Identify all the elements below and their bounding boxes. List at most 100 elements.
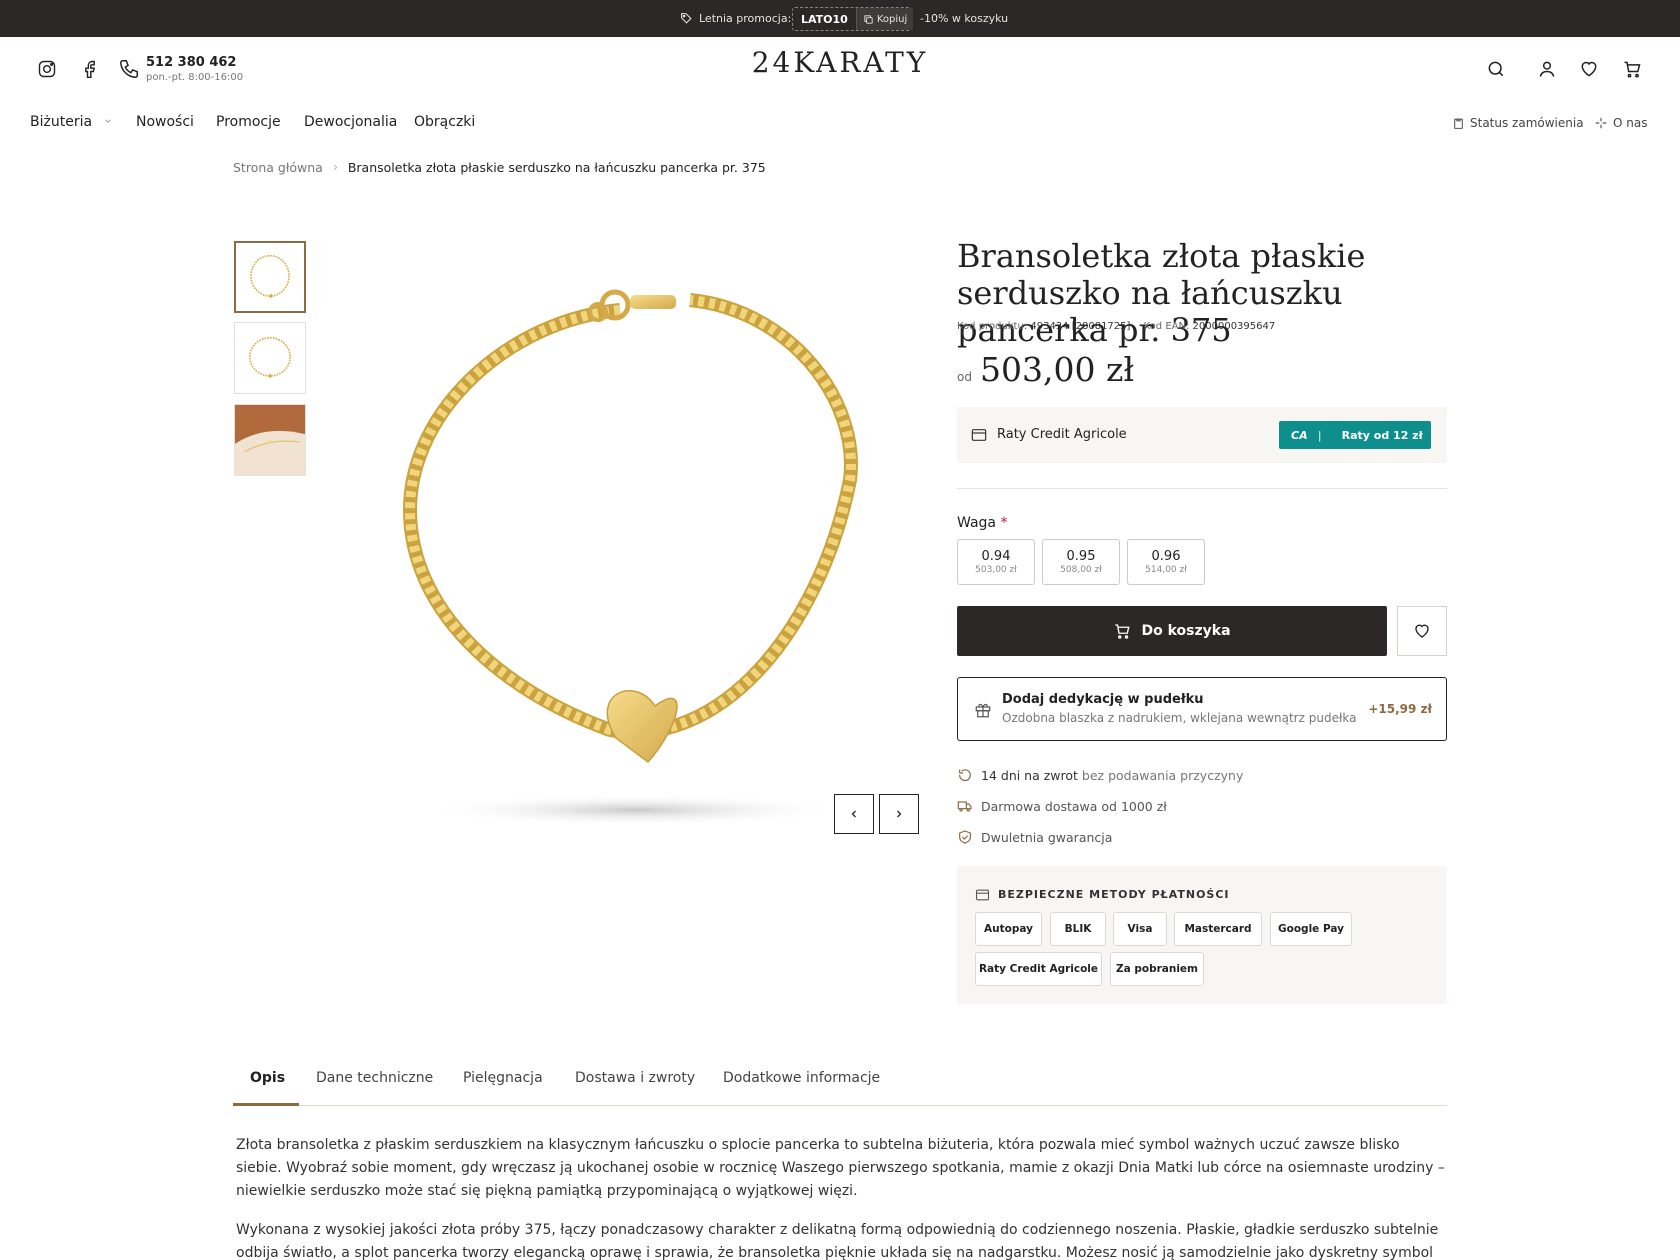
payment-chip-blik: BLIK: [1050, 912, 1106, 946]
payment-chip-raty: Raty Credit Agricole: [975, 952, 1102, 986]
bracelet-thumb-image: [249, 337, 291, 379]
nav-bizuteria[interactable]: Biżuteria: [30, 114, 113, 130]
description-paragraph-2: Wykonana z wysokiej jakości złota próby …: [236, 1222, 1439, 1260]
wishlist-button[interactable]: [1397, 606, 1447, 656]
payment-chip-mastercard: Mastercard: [1174, 912, 1262, 946]
installments-button-label: Raty od 12 zł: [1341, 428, 1423, 442]
copy-label: Kopiuj: [876, 13, 908, 25]
weight-value: 0.96: [1151, 549, 1181, 564]
sparkle-icon: [1595, 117, 1607, 129]
tab-opis[interactable]: Opis: [250, 1070, 285, 1086]
search-icon[interactable]: [1486, 59, 1506, 79]
weight-option-1[interactable]: 0.94 503,00 zł: [957, 539, 1035, 585]
tab-dodatkowe[interactable]: Dodatkowe informacje: [723, 1070, 880, 1086]
product-codes: Kod produktu: 493434 [28081725] Kod EAN:…: [957, 321, 1275, 332]
breadcrumb-current: Bransoletka złota płaskie serduszko na ł…: [347, 160, 766, 175]
payment-chip-autopay: Autopay: [975, 912, 1042, 946]
promo-code: LATO10: [793, 8, 857, 30]
payment-chip-googlepay: Google Pay: [1270, 912, 1352, 946]
prev-image-button[interactable]: [834, 794, 874, 834]
nav-promocje[interactable]: Promocje: [216, 114, 281, 130]
installments-box: Raty Credit Agricole CA | Raty od 12 zł: [957, 407, 1447, 463]
payment-methods: BEZPIECZNE METODY PŁATNOŚCI Autopay BLIK…: [957, 866, 1447, 1004]
bracelet-thumb-image: [250, 254, 290, 299]
copy-code-button[interactable]: Kopiuj: [856, 8, 914, 30]
phone-hours: pon.-pt. 8:00-16:00: [146, 72, 244, 83]
next-image-button[interactable]: [879, 794, 919, 834]
dedication-option[interactable]: Dodaj dedykację w pudełku Ozdobna blaszk…: [957, 677, 1447, 741]
weight-option-2[interactable]: 0.95 508,00 zł: [1042, 539, 1120, 585]
instagram-icon[interactable]: [37, 59, 57, 79]
user-icon[interactable]: [1537, 59, 1557, 79]
weight-price: 508,00 zł: [1060, 565, 1102, 575]
cart-icon: [1115, 624, 1131, 639]
weight-value: 0.95: [1066, 549, 1096, 564]
feature-return: 14 dni na zwrot bez podawania przyczyny: [957, 767, 1243, 783]
clipboard-icon: [1454, 118, 1463, 129]
thumbnail-3[interactable]: [234, 404, 306, 476]
ean-label: Kod EAN:: [1143, 321, 1190, 332]
gift-icon: [975, 703, 991, 718]
tab-pielegnacja[interactable]: Pielęgnacja: [463, 1070, 543, 1086]
active-tab-indicator: [233, 1103, 299, 1106]
nav-obraczki[interactable]: Obrączki: [414, 114, 475, 130]
payment-methods-heading: BEZPIECZNE METODY PŁATNOŚCI: [975, 888, 1230, 901]
promo-label: Letnia promocja:: [680, 12, 791, 25]
return-bold: 14 dni na zwrot: [981, 767, 1078, 783]
promo-discount: -10% w koszyku: [920, 12, 1009, 25]
cart-icon[interactable]: [1622, 59, 1642, 79]
tab-dane-techniczne[interactable]: Dane techniczne: [316, 1070, 433, 1086]
promo-code-box[interactable]: LATO10 Kopiuj: [792, 7, 914, 31]
about-link[interactable]: O nas: [1594, 116, 1647, 130]
weight-value: 0.94: [981, 549, 1011, 564]
return-rest: bez podawania przyczyny: [1081, 767, 1244, 783]
feature-warranty: Dwuletnia gwarancja: [957, 829, 1112, 845]
add-to-cart-label: Do koszyka: [1141, 623, 1231, 639]
thumbnail-2[interactable]: [234, 322, 306, 394]
description-paragraph-1: Złota bransoletka z płaskim serduszkiem …: [236, 1137, 1445, 1199]
weight-label-text: Waga: [957, 515, 996, 531]
logo[interactable]: 24KARATY: [740, 46, 940, 79]
required-mark: *: [1000, 515, 1008, 531]
order-status-label: Status zamówienia: [1470, 116, 1584, 130]
chevron-right-icon: [897, 810, 902, 818]
product-code-label: Kod produktu:: [957, 321, 1028, 332]
payment-methods-title: BEZPIECZNE METODY PŁATNOŚCI: [998, 888, 1230, 901]
tag-icon: [681, 13, 692, 24]
phone-icon: [120, 60, 138, 78]
credit-card-icon: [971, 429, 987, 441]
product-title: Bransoletka złota płaskie serduszko na ł…: [957, 237, 1366, 349]
credit-agricole-logo: CA: [1291, 428, 1308, 442]
chevron-left-icon: [851, 810, 856, 818]
truck-icon: [957, 801, 972, 812]
nav-nowosci[interactable]: Nowości: [136, 114, 194, 130]
heart-icon[interactable]: [1579, 59, 1599, 79]
shield-icon: [959, 830, 971, 844]
divider: [957, 488, 1447, 489]
facebook-icon[interactable]: [80, 59, 100, 79]
order-status-link[interactable]: Status zamówienia: [1452, 116, 1584, 130]
heart-icon: [1415, 624, 1429, 638]
about-label: O nas: [1613, 116, 1648, 130]
weight-price: 514,00 zł: [1145, 565, 1187, 575]
price-from-label: od: [957, 370, 972, 384]
promo-bar: Letnia promocja: LATO10 Kopiuj -10% w ko…: [0, 0, 1680, 37]
product-main-image: [402, 289, 858, 826]
chevron-down-icon: [104, 119, 111, 123]
return-icon: [959, 769, 971, 782]
credit-card-icon: [975, 889, 990, 900]
bracelet-on-wrist-image: [235, 405, 305, 475]
thumbnail-1[interactable]: [234, 241, 306, 313]
installments-button[interactable]: CA | Raty od 12 zł: [1279, 421, 1431, 449]
add-to-cart-button[interactable]: Do koszyka: [957, 606, 1387, 656]
nav-dewocjonalia[interactable]: Dewocjonalia: [304, 114, 397, 130]
weight-option-3[interactable]: 0.96 514,00 zł: [1127, 539, 1205, 585]
tab-dostawa[interactable]: Dostawa i zwroty: [575, 1070, 695, 1086]
payment-chip-cod: Za pobraniem: [1110, 952, 1204, 986]
delivery-text: Darmowa dostawa od 1000 zł: [981, 798, 1167, 814]
copy-icon: [864, 14, 873, 24]
breadcrumb-home[interactable]: Strona główna: [233, 160, 323, 175]
product-tabs: Opis Dane techniczne Pielęgnacja Dostawa…: [233, 1052, 1447, 1106]
weight-label: Waga *: [957, 515, 1007, 531]
phone-number[interactable]: 512 380 462: [146, 55, 236, 70]
